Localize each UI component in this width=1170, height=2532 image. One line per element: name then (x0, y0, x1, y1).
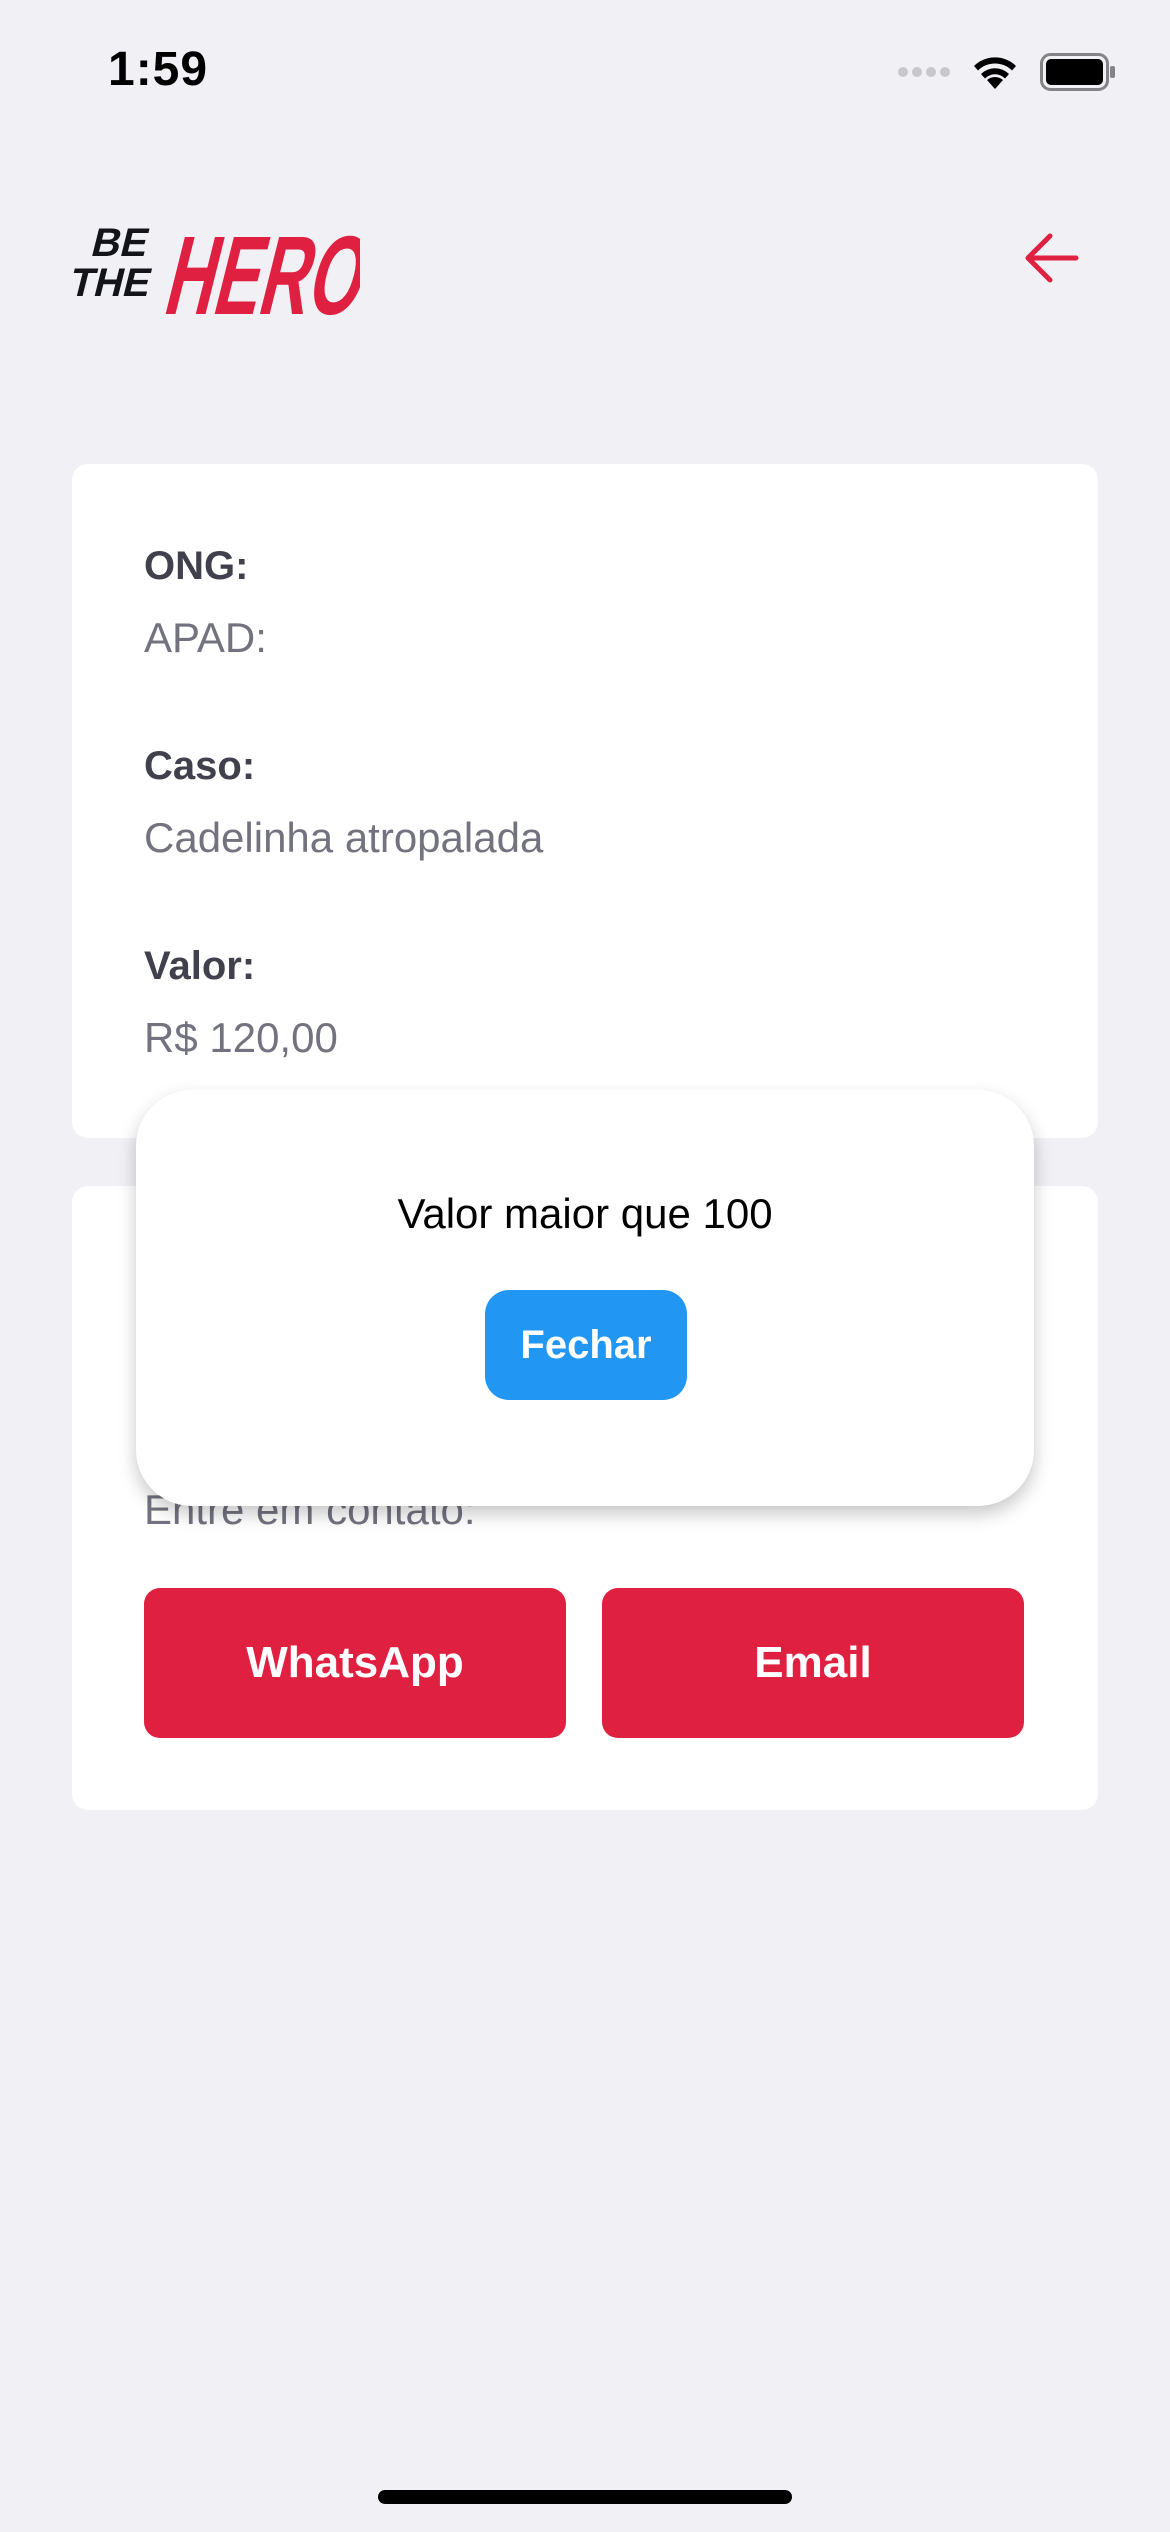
email-button[interactable]: Email (602, 1588, 1024, 1738)
back-button[interactable] (1020, 228, 1084, 292)
value-label: Valor: (144, 944, 256, 988)
arrow-left-icon (1020, 226, 1084, 295)
status-bar: 1:59 (0, 0, 1170, 140)
svg-text:HERO: HERO (155, 214, 360, 322)
battery-icon (1040, 52, 1116, 96)
case-value: Cadelinha atropalada (144, 814, 544, 861)
wifi-icon (970, 53, 1020, 96)
be-the-hero-logo: BE THE HERO (65, 198, 382, 339)
whatsapp-button[interactable]: WhatsApp (144, 1588, 566, 1738)
ong-value: APAD: (144, 614, 267, 661)
svg-text:BE: BE (87, 220, 154, 265)
close-button[interactable]: Fechar (485, 1290, 687, 1400)
alert-modal: Valor maior que 100 Fechar (136, 1090, 1034, 1506)
value-amount: R$ 120,00 (144, 1014, 338, 1061)
ong-label: ONG: (144, 544, 249, 588)
home-indicator[interactable] (378, 2490, 792, 2504)
status-icons (898, 52, 1116, 96)
case-label: Caso: (144, 744, 256, 788)
cellular-signal-icon (898, 65, 950, 84)
modal-message: Valor maior que 100 (397, 1190, 773, 1237)
status-time: 1:59 (108, 43, 209, 96)
incident-card: ONG: APAD: Caso: Cadelinha atropalada Va… (72, 464, 1098, 1138)
svg-text:THE: THE (70, 260, 157, 305)
